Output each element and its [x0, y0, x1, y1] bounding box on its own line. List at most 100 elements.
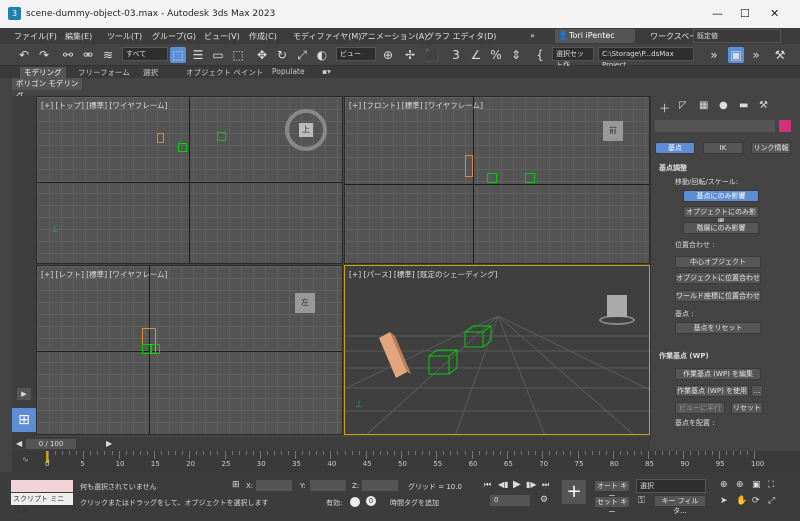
selection-filter-dropdown[interactable]: すべて — [122, 47, 168, 61]
redo-icon[interactable]: ↷ — [36, 47, 52, 63]
affect-hierarchy-only-button[interactable]: 階層にのみ影響 — [683, 222, 759, 234]
project-path-dropdown[interactable]: C:\Storage\P...dsMax Project — [598, 47, 694, 69]
viewcube-perspective[interactable] — [595, 291, 635, 327]
add-time-tag[interactable]: 時間タグを追加 — [390, 498, 439, 508]
close-button[interactable]: ✕ — [770, 7, 779, 20]
named-selection-icon[interactable]: { — [532, 47, 548, 63]
viewport-layout-icon[interactable]: ⊞ — [12, 408, 36, 432]
menu-file[interactable]: ファイル(F) — [14, 31, 57, 42]
section-adjust-pivot[interactable]: 基点調整 — [659, 163, 687, 173]
maximize-viewport-icon[interactable]: ⤢ — [768, 496, 775, 506]
viewport-top[interactable]: [+] [トップ] [標準] [ワイヤフレーム] 上 ⊥ — [36, 96, 343, 264]
align-to-world-button[interactable]: ワールド座標に位置合わせ — [675, 290, 761, 302]
object-color-swatch[interactable] — [779, 120, 791, 132]
named-selection-sets[interactable]: 選択セット作 — [552, 47, 594, 69]
key-mode-dropdown[interactable]: 選択 — [636, 479, 706, 493]
prev-key-icon[interactable]: ◀▮ — [498, 480, 509, 489]
save-icon[interactable]: ▣ — [728, 47, 744, 63]
ribbon-subtab[interactable]: ポリゴン モデリング — [12, 78, 82, 100]
percent-snap-icon[interactable]: % — [488, 47, 504, 63]
menu-animation[interactable]: アニメーション(A) — [360, 31, 427, 42]
use-working-pivot-button[interactable]: 作業基点 (WP) を使用 — [675, 385, 749, 397]
keyboard-shortcut-icon[interactable]: ⬛ — [424, 47, 440, 63]
y-coordinate-field[interactable] — [310, 480, 346, 491]
key-icon[interactable]: ⚿ — [638, 496, 645, 506]
viewport-perspective[interactable]: [+] [パース] [標準] [既定のシェーディング] ⊥ — [344, 265, 650, 435]
time-config-icon[interactable]: ⚙ — [540, 495, 548, 505]
move-icon[interactable]: ✥ — [254, 47, 270, 63]
select-by-name-icon[interactable]: ☰ — [190, 47, 206, 63]
object-name-field[interactable] — [655, 120, 775, 132]
snap-toggle-icon[interactable]: 3 — [448, 47, 464, 63]
motion-tab-icon[interactable]: ● — [719, 100, 728, 111]
undo-icon[interactable]: ↶ — [16, 47, 32, 63]
object-box-orange[interactable] — [157, 133, 164, 143]
spinner-snap-icon[interactable]: ⇕ — [508, 47, 524, 63]
viewport-persp-label[interactable]: [+] [パース] [標準] [既定のシェーディング] — [349, 269, 497, 280]
menu-group[interactable]: グループ(G) — [152, 31, 196, 42]
reference-coord-dropdown[interactable]: ビュー — [336, 47, 376, 61]
play-icon[interactable]: ▶ — [513, 479, 521, 490]
tab-populate[interactable]: Populate — [272, 67, 305, 76]
create-tab-icon[interactable]: ＋ — [659, 100, 670, 116]
viewport-left[interactable]: [+] [レフト] [標準] [ワイヤフレーム] 左 — [36, 265, 343, 435]
affect-pivot-only-button[interactable]: 基点にのみ影響 — [683, 190, 759, 202]
maxscript-listener[interactable] — [11, 480, 73, 492]
hierarchy-tab-icon[interactable]: ▦ — [699, 100, 708, 111]
pivot-center-icon[interactable]: ⊕ — [380, 47, 396, 63]
viewcube-left[interactable]: 左 — [295, 293, 315, 313]
angle-snap-icon[interactable]: ∠ — [468, 47, 484, 63]
tab-pivot[interactable]: 基点 — [655, 142, 695, 154]
align-to-object-button[interactable]: オブジェクトに位置合わせ — [675, 272, 761, 284]
zoom-icon[interactable]: ⊕ — [720, 480, 728, 490]
goto-end-icon[interactable]: ⏭ — [542, 480, 549, 490]
align-to-view-button[interactable]: ビューに平行 — [675, 402, 725, 414]
rotate-icon[interactable]: ↻ — [274, 47, 290, 63]
x-coordinate-field[interactable] — [256, 480, 292, 491]
select-manipulate-icon[interactable]: ✢ — [402, 47, 418, 63]
toolbar-more-icon[interactable]: » — [706, 47, 722, 63]
window-crossing-icon[interactable]: ⬚ — [230, 47, 246, 63]
tab-modeling[interactable]: モデリング — [20, 67, 66, 78]
menu-tools[interactable]: ツール(T) — [107, 31, 142, 42]
next-key-icon[interactable]: ▮▶ — [526, 480, 537, 489]
viewport-front-label[interactable]: [+] [フロント] [標準] [ワイヤフレーム] — [349, 100, 483, 111]
utilities-tab-icon[interactable]: ⚒ — [759, 100, 768, 111]
scale-icon[interactable]: ⤢ — [294, 47, 310, 63]
tab-selection[interactable]: 選択 — [143, 67, 158, 78]
prev-frame-arrow-icon[interactable]: ◀ — [16, 439, 22, 448]
link-icon[interactable]: ⚯ — [60, 47, 76, 63]
user-account-button[interactable]: 👤 Tori iPentec — [555, 29, 635, 43]
orbit-icon[interactable]: ⟳ — [752, 496, 760, 506]
script-mini-listener[interactable]: スクリプト ミニ リス — [11, 493, 73, 515]
viewport-front[interactable]: [+] [フロント] [標準] [ワイヤフレーム] 前 — [344, 96, 650, 264]
wp-options-button[interactable]: ... — [751, 385, 763, 397]
section-working-pivot[interactable]: 作業基点 (WP) — [659, 351, 709, 361]
time-slider[interactable]: 0 / 100 — [26, 439, 76, 449]
object-dummy[interactable] — [217, 132, 226, 141]
expand-arrow-icon[interactable]: ▶ — [17, 388, 31, 400]
object-dummy[interactable] — [150, 344, 160, 354]
tab-freeform[interactable]: フリーフォーム — [78, 67, 130, 78]
menu-create[interactable]: 作成(C) — [249, 31, 277, 42]
object-dummy[interactable] — [178, 143, 187, 152]
goto-start-icon[interactable]: ⏮ — [484, 480, 491, 490]
maximize-button[interactable]: ☐ — [740, 7, 750, 20]
tab-ik[interactable]: IK — [703, 142, 743, 154]
rect-selection-icon[interactable]: ▭ — [210, 47, 226, 63]
next-frame-arrow-icon[interactable]: ▶ — [106, 439, 112, 448]
enabled-toggle[interactable]: 0 — [366, 496, 376, 506]
unlink-icon[interactable]: ⚮ — [80, 47, 96, 63]
display-tab-icon[interactable]: ▬ — [739, 100, 748, 111]
viewcube-top[interactable]: 上 — [285, 109, 327, 151]
ribbon-options-icon[interactable]: ▪▾ — [322, 67, 331, 76]
placement-icon[interactable]: ◐ — [314, 47, 330, 63]
current-frame-field[interactable]: 0 — [490, 495, 530, 506]
reset-wp-button[interactable]: リセット — [731, 402, 763, 414]
object-dummy[interactable] — [487, 173, 497, 183]
field-of-view-icon[interactable]: ➤ — [720, 496, 728, 506]
zoom-extents-icon[interactable]: ▣ — [752, 480, 761, 490]
tab-object-paint[interactable]: オブジェクト ペイント — [186, 67, 263, 78]
bind-space-warp-icon[interactable]: ≋ — [100, 47, 116, 63]
zoom-extents-all-icon[interactable]: ⛶ — [768, 480, 774, 490]
